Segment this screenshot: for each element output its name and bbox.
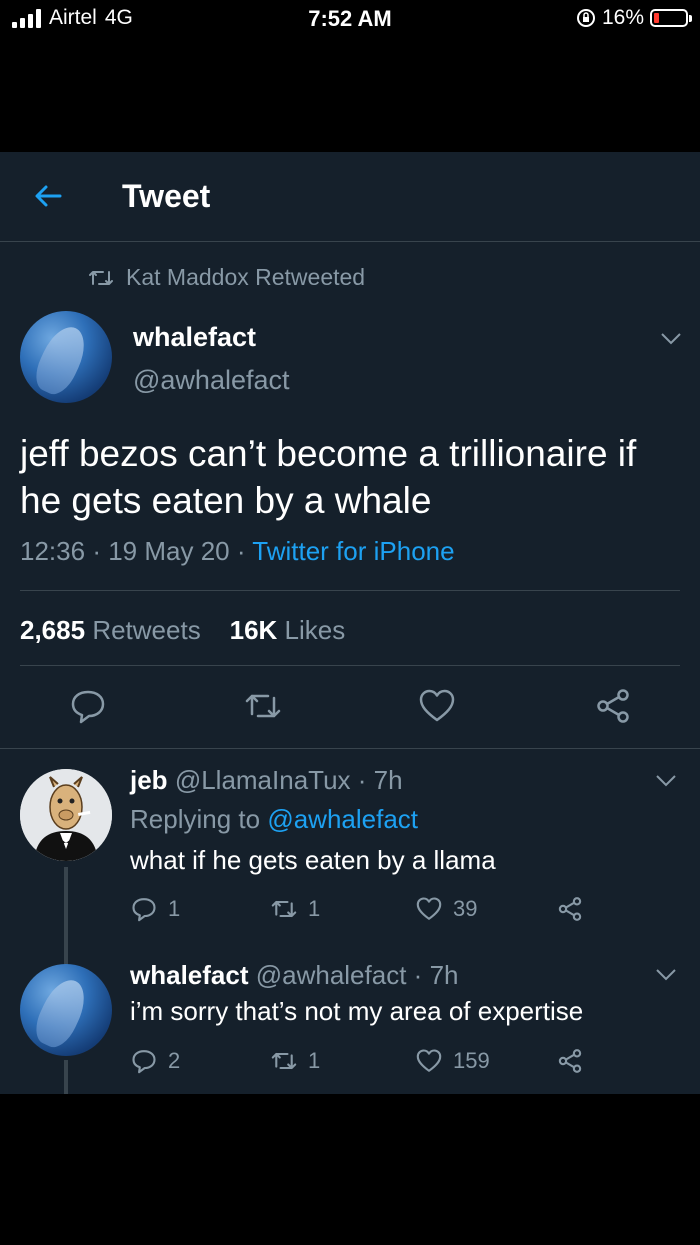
battery-icon	[650, 9, 692, 27]
reply-icon	[132, 1050, 156, 1074]
likes-stat[interactable]: 16K Likes	[230, 615, 346, 645]
tweet-text: jeff bezos can’t become a trillionaire i…	[20, 433, 637, 521]
share-icon[interactable]	[593, 686, 633, 726]
reply-header[interactable]: whalefact @awhalefact · 7h	[130, 960, 458, 991]
heart-icon	[416, 1049, 442, 1072]
retweet-button[interactable]: 1	[270, 895, 320, 923]
retweet-icon[interactable]	[243, 686, 283, 726]
reply-icon[interactable]	[68, 686, 108, 726]
retweet-icon	[271, 900, 297, 918]
like-button[interactable]: 159	[415, 1047, 490, 1075]
retweet-icon	[89, 270, 113, 285]
share-icon	[558, 897, 582, 921]
avatar[interactable]	[20, 964, 112, 1056]
heart-icon	[416, 897, 442, 920]
battery-info: 16%	[576, 6, 692, 30]
status-bar: Airtel 4G 7:52 AM 16%	[0, 0, 700, 40]
author-name[interactable]: whalefact	[133, 322, 256, 353]
divider	[20, 665, 680, 666]
tweet-source-link[interactable]: Twitter for iPhone	[252, 536, 454, 566]
reply-text: what if he gets eaten by a llama	[130, 845, 496, 875]
llama-avatar-icon	[20, 769, 112, 861]
avatar[interactable]	[20, 311, 112, 403]
reply-icon	[132, 898, 156, 922]
tweet-actions	[0, 686, 700, 730]
replying-to: Replying to @awhalefact	[130, 804, 419, 834]
tweet-stats: 2,685 Retweets 16K Likes	[20, 615, 345, 646]
retweet-banner[interactable]: Kat Maddox Retweeted	[88, 264, 365, 291]
tweet-meta: 12:36 · 19 May 20 · Twitter for iPhone	[20, 536, 455, 566]
thread-line	[64, 1060, 68, 1094]
reply-age: 7h	[429, 960, 459, 990]
retweet-button[interactable]: 1	[270, 1047, 320, 1075]
battery-percent: 16%	[601, 6, 644, 29]
share-icon	[558, 1049, 582, 1073]
divider	[0, 748, 700, 749]
top-bar: Tweet	[0, 152, 700, 242]
divider	[20, 590, 680, 591]
reply-author-handle: @awhalefact	[255, 960, 407, 990]
reply-button[interactable]: 2	[130, 1047, 180, 1075]
chevron-down-icon[interactable]	[660, 332, 682, 346]
share-button[interactable]	[556, 895, 584, 923]
replying-to-link[interactable]: @awhalefact	[267, 804, 418, 834]
like-button[interactable]: 39	[415, 895, 477, 923]
orientation-lock-icon	[576, 9, 595, 27]
chevron-down-icon[interactable]	[655, 968, 677, 982]
reply-author-name: jeb	[130, 765, 168, 795]
reply-age: 7h	[373, 765, 403, 795]
reply-author-handle: @LlamaInaTux	[174, 765, 351, 795]
reply-header[interactable]: jeb @LlamaInaTux · 7h	[130, 765, 403, 796]
reply-author-name: whalefact	[130, 960, 249, 990]
chevron-down-icon[interactable]	[655, 774, 677, 788]
reply-text: i’m sorry that’s not my area of expertis…	[130, 996, 584, 1026]
back-arrow-icon[interactable]	[30, 178, 66, 214]
retweet-banner-text: Kat Maddox Retweeted	[126, 264, 366, 290]
author-handle[interactable]: @awhalefact	[133, 365, 290, 396]
tweet-screen: Tweet Kat Maddox Retweeted whalefact @aw…	[0, 152, 700, 1094]
reply-button[interactable]: 1	[130, 895, 180, 923]
tweet-date: 19 May 20	[108, 536, 230, 566]
avatar[interactable]	[20, 769, 112, 861]
retweet-icon	[271, 1052, 297, 1070]
share-button[interactable]	[556, 1047, 584, 1075]
page-title: Tweet	[122, 178, 211, 214]
heart-icon[interactable]	[417, 686, 457, 726]
tweet-time: 12:36	[20, 536, 86, 566]
retweets-stat[interactable]: 2,685 Retweets	[20, 615, 201, 645]
